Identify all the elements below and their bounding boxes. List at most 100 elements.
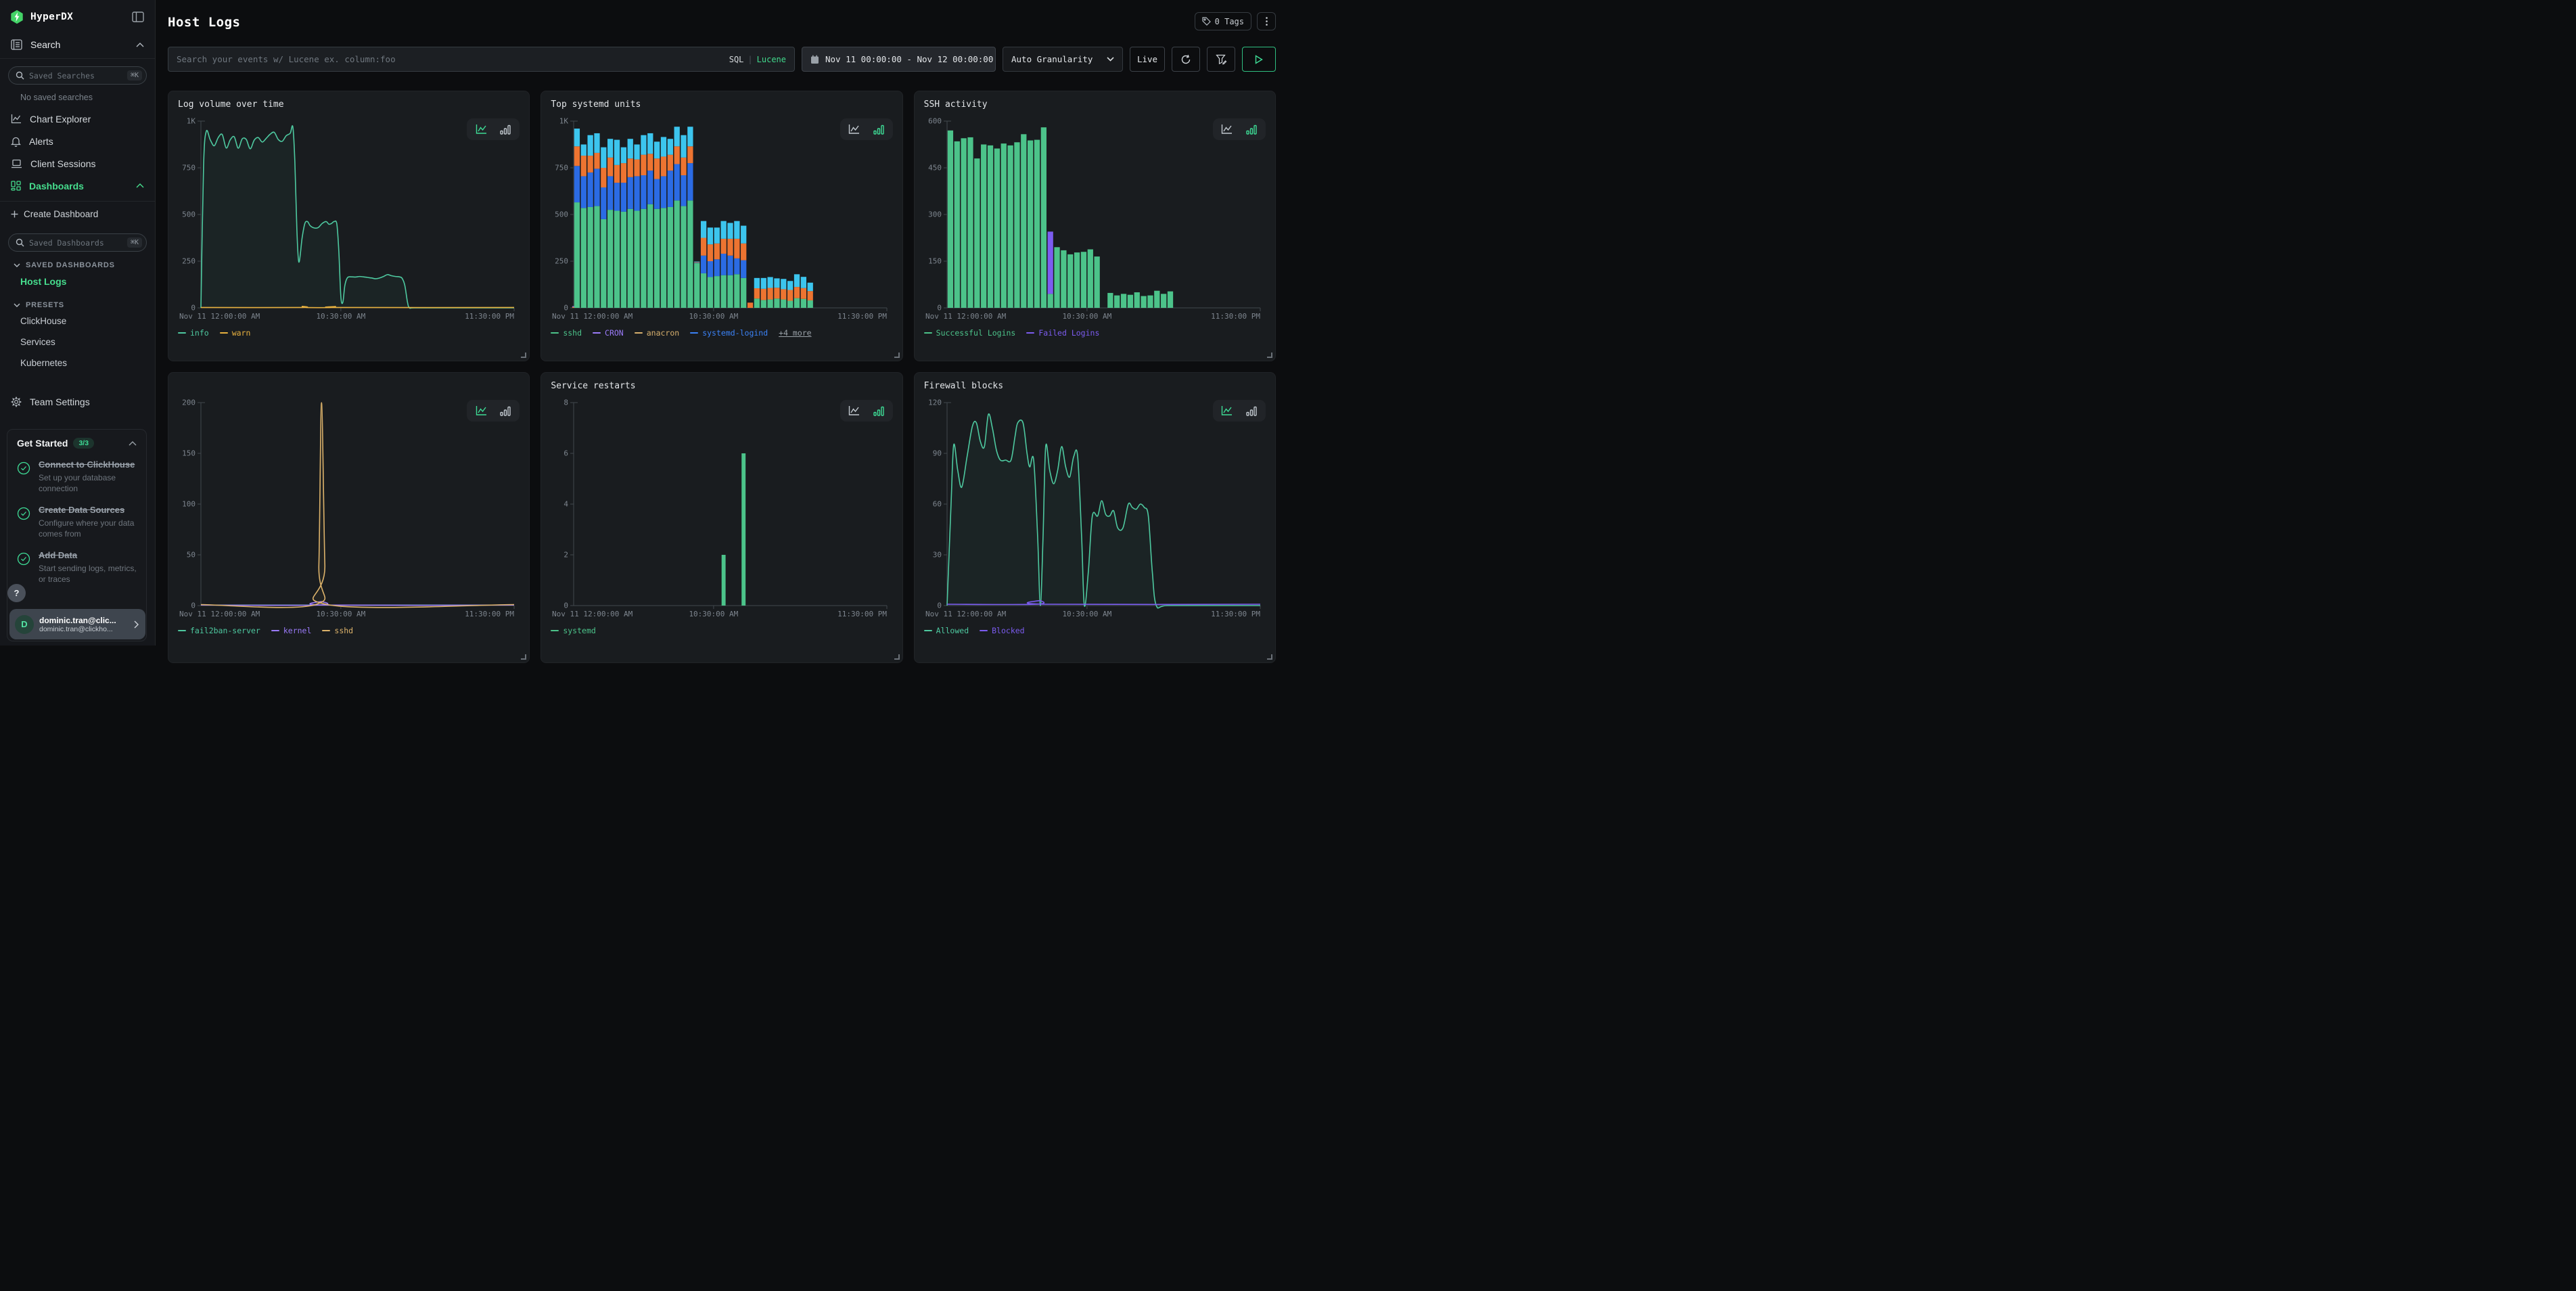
line-view-icon[interactable] (846, 403, 863, 419)
panel-resize-handle[interactable] (1267, 654, 1272, 660)
legend-swatch (635, 332, 643, 334)
sidebar-item-alerts[interactable]: Alerts (0, 130, 155, 152)
legend-item[interactable]: Allowed (924, 626, 969, 635)
live-button[interactable]: Live (1130, 47, 1165, 72)
saved-dashboards-input[interactable] (29, 238, 122, 248)
panel-resize-handle[interactable] (521, 353, 526, 358)
time-range-picker[interactable]: Nov 11 00:00:00 - Nov 12 00:00:00 (802, 47, 996, 72)
bar-view-icon[interactable] (1243, 121, 1260, 137)
legend-item[interactable]: info (178, 328, 209, 338)
create-dashboard-button[interactable]: Create Dashboard (0, 202, 155, 226)
tags-button[interactable]: 0 Tags (1195, 12, 1251, 30)
legend-item[interactable]: CRON (593, 328, 624, 338)
sidebar-item-team-settings[interactable]: Team Settings (0, 390, 155, 413)
legend-swatch (271, 630, 279, 631)
sidebar-item-services[interactable]: Services (0, 332, 155, 353)
legend-item[interactable]: warn (220, 328, 251, 338)
bar-view-icon[interactable] (870, 121, 888, 137)
user-menu[interactable]: D dominic.tran@clic... dominic.tran@clic… (9, 609, 145, 639)
chart-view-toggle (1213, 118, 1266, 140)
legend-swatch (593, 332, 601, 334)
chart-panel-ssh-activity: SSH activity 0150300450600Nov 11 12:00:0… (914, 91, 1276, 361)
panel-resize-handle[interactable] (1267, 353, 1272, 358)
event-search-input[interactable] (177, 54, 722, 64)
legend-item[interactable]: Failed Logins (1026, 328, 1099, 338)
line-view-icon[interactable] (1218, 403, 1236, 419)
chart-plot[interactable]: 02505007501KNov 11 12:00:00 AM10:30:00 A… (551, 114, 892, 323)
event-search-box[interactable]: SQL|Lucene (168, 47, 795, 72)
svg-text:11:30:00 PM: 11:30:00 PM (837, 610, 887, 618)
laptop-icon (11, 159, 22, 168)
filter-button[interactable] (1207, 47, 1235, 72)
svg-text:2: 2 (564, 551, 569, 560)
panel-resize-handle[interactable] (894, 353, 900, 358)
legend-item[interactable]: sshd (322, 626, 353, 635)
bar-view-icon[interactable] (870, 403, 888, 419)
help-button[interactable]: ? (7, 584, 26, 602)
bar-view-icon[interactable] (1243, 403, 1260, 419)
legend-item[interactable]: systemd-logind (690, 328, 768, 338)
legend-item[interactable]: fail2ban-server (178, 626, 260, 635)
svg-text:8: 8 (564, 399, 569, 407)
sidebar-item-host-logs[interactable]: Host Logs (0, 271, 155, 293)
legend-item[interactable]: systemd (551, 626, 595, 635)
legend-item[interactable]: Blocked (980, 626, 1024, 635)
legend-item[interactable]: kernel (271, 626, 312, 635)
svg-text:Nov 11 12:00:00 AM: Nov 11 12:00:00 AM (552, 312, 633, 321)
chart-plot[interactable]: 02468Nov 11 12:00:00 AM10:30:00 AM11:30:… (551, 396, 892, 620)
legend-swatch (980, 630, 988, 631)
bar-view-icon[interactable] (497, 403, 514, 419)
chart-plot[interactable]: 0150300450600Nov 11 12:00:00 AM10:30:00 … (924, 114, 1266, 323)
panel-resize-handle[interactable] (521, 654, 526, 660)
avatar: D (15, 615, 34, 634)
saved-dashboards-search[interactable]: ⌘K (8, 233, 147, 252)
legend-item[interactable]: sshd (551, 328, 582, 338)
logo-row: HyperDX (0, 0, 155, 32)
run-query-button[interactable] (1242, 47, 1276, 72)
svg-text:150: 150 (182, 449, 196, 458)
line-view-icon[interactable] (472, 121, 490, 137)
chevron-down-icon (14, 263, 20, 267)
sql-toggle[interactable]: SQL (729, 55, 744, 64)
line-view-icon[interactable] (1218, 121, 1236, 137)
sidebar-item-clickhouse[interactable]: ClickHouse (0, 311, 155, 332)
chart-legend: sshd CRON anacron systemd-logind +4 more (551, 328, 892, 338)
bar-view-icon[interactable] (497, 121, 514, 137)
panel-resize-handle[interactable] (894, 654, 900, 660)
chevron-up-icon[interactable] (129, 441, 137, 446)
granularity-select[interactable]: Auto Granularity (1003, 47, 1123, 72)
line-view-icon[interactable] (846, 121, 863, 137)
svg-text:0: 0 (564, 304, 569, 313)
presets-section-header[interactable]: PRESETS (0, 293, 155, 311)
nav-label: Chart Explorer (30, 114, 144, 124)
sidebar-collapse-icon[interactable] (132, 11, 145, 23)
get-started-step[interactable]: Connect to ClickHouse Set up your databa… (17, 459, 137, 494)
lucene-toggle[interactable]: Lucene (757, 55, 786, 64)
chart-view-toggle (467, 400, 520, 422)
chart-legend: Allowed Blocked (924, 626, 1266, 635)
svg-text:4: 4 (564, 500, 569, 509)
sidebar-item-search[interactable]: Search (0, 32, 155, 59)
dashboard-grid: Log volume over time 02505007501KNov 11 … (168, 91, 1276, 663)
legend-more-link[interactable]: +4 more (779, 328, 811, 338)
more-options-button[interactable] (1257, 12, 1276, 30)
sidebar-item-kubernetes[interactable]: Kubernetes (0, 353, 155, 374)
saved-searches-search[interactable]: ⌘K (8, 66, 147, 85)
chart-plot[interactable]: 0306090120Nov 11 12:00:00 AM10:30:00 AM1… (924, 396, 1266, 620)
chart-plot[interactable]: 050100150200Nov 11 12:00:00 AM10:30:00 A… (178, 396, 520, 620)
legend-item[interactable]: anacron (635, 328, 679, 338)
sidebar-item-chart-explorer[interactable]: Chart Explorer (0, 108, 155, 130)
get-started-step[interactable]: Add Data Start sending logs, metrics, or… (17, 549, 137, 585)
sidebar-item-dashboards[interactable]: Dashboards (0, 175, 155, 197)
saved-searches-input[interactable] (29, 71, 122, 81)
line-view-icon[interactable] (472, 403, 490, 419)
calendar-icon (810, 55, 819, 64)
legend-item[interactable]: Successful Logins (924, 328, 1016, 338)
saved-dashboards-section-header[interactable]: SAVED DASHBOARDS (0, 253, 155, 271)
chart-plot[interactable]: 02505007501KNov 11 12:00:00 AM10:30:00 A… (178, 114, 520, 323)
legend-swatch (924, 630, 932, 631)
refresh-button[interactable] (1172, 47, 1200, 72)
get-started-step[interactable]: Create Data Sources Configure where your… (17, 504, 137, 539)
sidebar-item-client-sessions[interactable]: Client Sessions (0, 152, 155, 175)
svg-text:10:30:00 AM: 10:30:00 AM (689, 610, 739, 618)
